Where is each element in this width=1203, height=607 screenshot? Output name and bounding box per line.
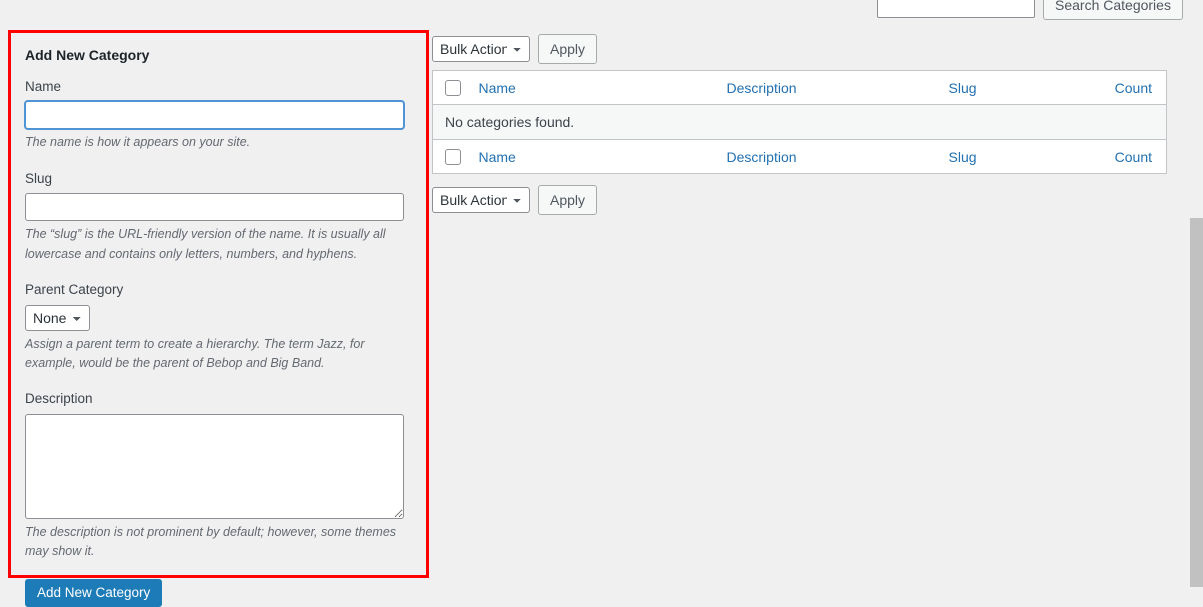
table-foot: Name Description Slug Count — [432, 139, 1167, 174]
select-all-header — [432, 70, 469, 105]
name-input[interactable] — [25, 101, 404, 130]
add-new-category-submit-button[interactable]: Add New Category — [25, 578, 163, 607]
no-items-row: No categories found. — [432, 104, 1167, 140]
column-footer-name[interactable]: Name — [468, 139, 717, 174]
bulk-actions-select-top[interactable]: Bulk Actions — [432, 36, 530, 62]
description-textarea[interactable] — [25, 413, 404, 519]
description-label: Description — [25, 391, 93, 407]
column-header-description[interactable]: Description — [716, 70, 939, 105]
name-label: Name — [25, 78, 62, 94]
categories-table: Name Description Slug Count No categorie… — [432, 70, 1167, 174]
categories-list-column: Bulk Actions Apply Name Description Slug… — [432, 34, 1167, 215]
column-header-name[interactable]: Name — [468, 70, 717, 105]
select-all-checkbox-bottom[interactable] — [445, 148, 461, 165]
apply-button-top[interactable]: Apply — [538, 34, 598, 64]
table-footer-row: Name Description Slug Count — [432, 139, 1167, 174]
parent-category-label: Parent Category — [25, 282, 124, 298]
column-footer-description[interactable]: Description — [716, 139, 939, 174]
column-footer-count[interactable]: Count — [1074, 139, 1167, 174]
name-help-text: The name is how it appears on your site. — [25, 135, 251, 150]
slug-help-text: The “slug” is the URL-friendly version o… — [25, 227, 386, 261]
search-input[interactable] — [877, 0, 1035, 18]
bulk-actions-select-bottom[interactable]: Bulk Actions — [432, 186, 530, 213]
apply-button-bottom[interactable]: Apply — [538, 184, 598, 215]
column-header-count[interactable]: Count — [1074, 70, 1167, 105]
column-header-slug[interactable]: Slug — [938, 70, 1075, 105]
slug-label: Slug — [25, 170, 53, 186]
add-new-category-panel: Add New Category Name The name is how it… — [8, 30, 429, 607]
page-scrollbar-thumb[interactable] — [1190, 218, 1203, 587]
page-scrollbar-track[interactable] — [1190, 0, 1203, 587]
panel-title: Add New Category — [25, 47, 150, 63]
tablenav-bottom: Bulk Actions Apply — [432, 184, 1166, 215]
table-head: Name Description Slug Count — [432, 70, 1167, 105]
parent-category-select[interactable]: None — [25, 304, 90, 331]
select-all-footer — [432, 139, 469, 174]
tablenav-top: Bulk Actions Apply — [432, 34, 1166, 64]
search-categories-form: Search Categories — [877, 0, 1183, 22]
description-help-text: The description is not prominent by defa… — [25, 524, 397, 559]
parent-category-help-text: Assign a parent term to create a hierarc… — [25, 336, 365, 370]
no-items-message: No categories found. — [432, 104, 1167, 140]
column-footer-slug[interactable]: Slug — [938, 139, 1075, 174]
table-body: No categories found. — [432, 104, 1167, 140]
table-header-row: Name Description Slug Count — [432, 70, 1167, 105]
select-all-checkbox-top[interactable] — [445, 80, 461, 97]
search-categories-button[interactable]: Search Categories — [1043, 0, 1183, 20]
slug-input[interactable] — [25, 193, 404, 222]
